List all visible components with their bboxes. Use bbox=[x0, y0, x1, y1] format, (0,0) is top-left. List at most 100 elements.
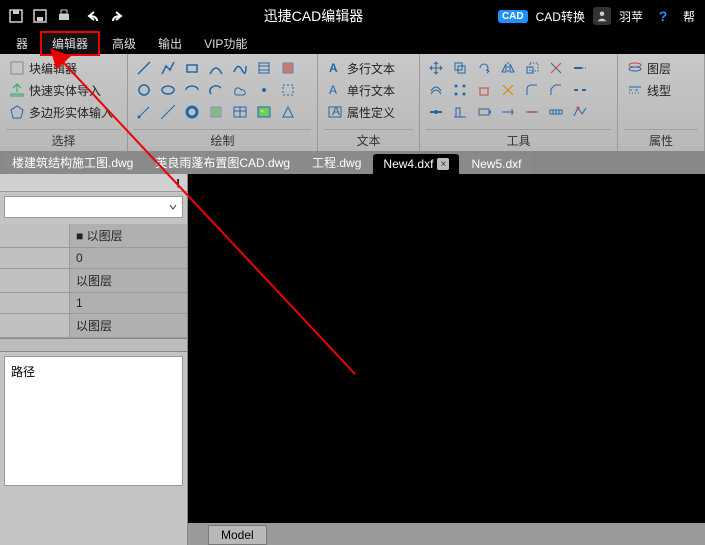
hatch-icon[interactable] bbox=[254, 58, 274, 78]
panel-dropdown[interactable] bbox=[4, 196, 183, 218]
panel-splitter[interactable] bbox=[0, 338, 187, 352]
block-editor-button[interactable]: 块编辑器 bbox=[6, 58, 121, 78]
model-tab[interactable]: Model bbox=[208, 525, 267, 545]
offset-icon[interactable] bbox=[426, 80, 446, 100]
help-icon[interactable]: ? bbox=[654, 7, 672, 25]
fillet-icon[interactable] bbox=[522, 80, 542, 100]
print-icon[interactable] bbox=[55, 7, 73, 25]
ray-icon[interactable] bbox=[134, 102, 154, 122]
menu-item-0[interactable]: 器 bbox=[6, 33, 38, 54]
undo-icon[interactable] bbox=[84, 7, 102, 25]
menu-item-output[interactable]: 输出 bbox=[148, 33, 192, 54]
move-icon[interactable] bbox=[426, 58, 446, 78]
poly-input-button[interactable]: 多边形实体输入 bbox=[6, 102, 121, 122]
table-row[interactable]: 以图层 bbox=[0, 314, 187, 338]
table-icon[interactable] bbox=[230, 102, 250, 122]
username[interactable]: 羽苹 bbox=[619, 8, 643, 25]
donut-icon[interactable] bbox=[182, 102, 202, 122]
extend-icon[interactable] bbox=[570, 58, 590, 78]
polyline-icon[interactable] bbox=[158, 58, 178, 78]
menu-item-editor[interactable]: 编辑器 bbox=[40, 31, 100, 56]
lengthen-icon[interactable] bbox=[498, 102, 518, 122]
path-panel: 路径 bbox=[4, 356, 183, 486]
circle-icon[interactable] bbox=[134, 80, 154, 100]
region-icon[interactable] bbox=[278, 58, 298, 78]
ribbon-group-draw: 绘制 bbox=[128, 54, 318, 151]
file-tab[interactable]: New5.dxf bbox=[461, 154, 531, 174]
table-row[interactable]: ■ 以图层 bbox=[0, 224, 187, 248]
cloud-icon[interactable] bbox=[230, 80, 250, 100]
point-icon[interactable] bbox=[254, 80, 274, 100]
menu-item-advanced[interactable]: 高级 bbox=[102, 33, 146, 54]
elarc2-icon[interactable] bbox=[206, 80, 226, 100]
linetype-button[interactable]: 线型 bbox=[624, 80, 698, 100]
block-icon bbox=[8, 59, 26, 77]
cad-convert-link[interactable]: CAD转换 bbox=[536, 8, 585, 25]
image-icon[interactable] bbox=[254, 102, 274, 122]
drawing-canvas[interactable] bbox=[188, 174, 705, 523]
spline-icon[interactable] bbox=[230, 58, 250, 78]
menubar: 器 编辑器 高级 输出 VIP功能 bbox=[0, 32, 705, 54]
polygon-icon bbox=[8, 103, 26, 121]
layer-button[interactable]: 图层 bbox=[624, 58, 698, 78]
quick-select-button[interactable]: 快速实体导入 bbox=[6, 80, 121, 100]
break-icon[interactable] bbox=[570, 80, 590, 100]
save-as-icon[interactable] bbox=[31, 7, 49, 25]
align-icon[interactable] bbox=[450, 102, 470, 122]
divide-icon[interactable] bbox=[522, 102, 542, 122]
line-icon[interactable] bbox=[134, 58, 154, 78]
erase-icon[interactable] bbox=[474, 80, 494, 100]
stretch-icon[interactable] bbox=[474, 102, 494, 122]
help-label[interactable]: 帮 bbox=[683, 8, 695, 25]
table-row[interactable]: 1 bbox=[0, 293, 187, 314]
wipeout-icon[interactable] bbox=[278, 102, 298, 122]
titlebar-right: CAD CAD转换 羽苹 ? 帮 bbox=[498, 7, 701, 25]
group-label-draw: 绘制 bbox=[134, 129, 311, 151]
measure-icon[interactable] bbox=[546, 102, 566, 122]
close-tab-icon[interactable]: × bbox=[437, 158, 449, 170]
table-row[interactable]: 以图层 bbox=[0, 269, 187, 293]
ellipse-arc-icon[interactable] bbox=[182, 80, 202, 100]
pin-icon[interactable] bbox=[173, 178, 183, 188]
scale-icon[interactable] bbox=[522, 58, 542, 78]
text-button[interactable]: A 单行文本 bbox=[324, 80, 413, 100]
rotate-icon[interactable] bbox=[474, 58, 494, 78]
svg-text:A: A bbox=[332, 104, 340, 118]
trim-icon[interactable] bbox=[546, 58, 566, 78]
path-label: 路径 bbox=[11, 365, 35, 379]
redo-icon[interactable] bbox=[108, 7, 126, 25]
svg-text:A: A bbox=[329, 61, 338, 75]
properties-table: ■ 以图层 0 以图层 1 以图层 bbox=[0, 224, 187, 338]
file-tab[interactable]: 工程.dwg bbox=[302, 151, 371, 174]
ellipse-icon[interactable] bbox=[158, 80, 178, 100]
work-area: ■ 以图层 0 以图层 1 以图层 路径 Model bbox=[0, 174, 705, 545]
pedit-icon[interactable] bbox=[570, 102, 590, 122]
menu-item-vip[interactable]: VIP功能 bbox=[194, 33, 257, 54]
file-tab[interactable]: 英良雨蓬布置图CAD.dwg bbox=[145, 151, 300, 174]
group-label-props: 属性 bbox=[624, 129, 698, 151]
ribbon-group-text: A 多行文本 A 单行文本 A 属性定义 文本 bbox=[318, 54, 420, 151]
chamfer-icon[interactable] bbox=[546, 80, 566, 100]
explode-icon[interactable] bbox=[498, 80, 518, 100]
xline-icon[interactable] bbox=[158, 102, 178, 122]
mtext-button[interactable]: A 多行文本 bbox=[324, 58, 413, 78]
attdef-icon: A bbox=[326, 103, 344, 121]
rect-icon[interactable] bbox=[182, 58, 202, 78]
mirror-icon[interactable] bbox=[498, 58, 518, 78]
avatar-icon[interactable] bbox=[593, 7, 611, 25]
array-icon[interactable] bbox=[450, 80, 470, 100]
table-row[interactable]: 0 bbox=[0, 248, 187, 269]
save-icon[interactable] bbox=[7, 7, 25, 25]
arc-icon[interactable] bbox=[206, 58, 226, 78]
ribbon-group-props: 图层 线型 属性 bbox=[618, 54, 705, 151]
join-icon[interactable] bbox=[426, 102, 446, 122]
copy-icon[interactable] bbox=[450, 58, 470, 78]
canvas-wrap: Model bbox=[188, 174, 705, 545]
file-tab-active[interactable]: New4.dxf× bbox=[373, 154, 459, 174]
attdef-button[interactable]: A 属性定义 bbox=[324, 102, 413, 122]
titlebar: 迅捷CAD编辑器 CAD CAD转换 羽苹 ? 帮 bbox=[0, 0, 705, 32]
layout-tabbar: Model bbox=[188, 523, 705, 545]
file-tab[interactable]: 楼建筑结构施工图.dwg bbox=[2, 151, 143, 174]
boundary-icon[interactable] bbox=[278, 80, 298, 100]
block-ins-icon[interactable] bbox=[206, 102, 226, 122]
